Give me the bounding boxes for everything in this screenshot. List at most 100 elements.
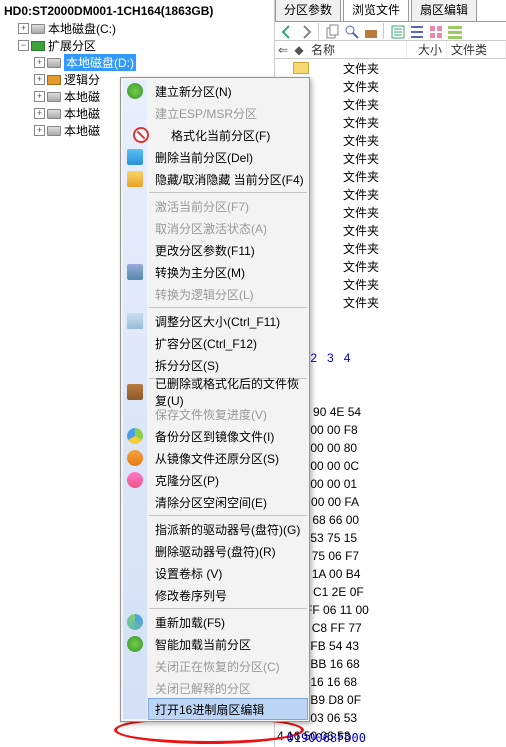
- menu-modify-serial[interactable]: 修改卷序列号: [149, 584, 307, 606]
- expander-icon[interactable]: [18, 40, 29, 51]
- back-icon[interactable]: [278, 23, 294, 39]
- copy-icon[interactable]: [324, 23, 340, 39]
- smart-icon: [127, 636, 143, 652]
- folder-icon: [293, 62, 309, 74]
- hex-row: F0 0C C1 2E 0F: [277, 583, 506, 601]
- back-arrow-icon[interactable]: ⇐: [275, 43, 291, 57]
- menu-activate: 激活当前分区(F7): [149, 195, 307, 217]
- recover-icon[interactable]: [362, 23, 378, 39]
- expander-icon[interactable]: [34, 57, 45, 68]
- down-arrow-icon[interactable]: ◆: [291, 43, 307, 57]
- menu-resize[interactable]: 调整分区大小(Ctrl_F11): [149, 310, 307, 332]
- expander-icon[interactable]: [18, 23, 29, 34]
- file-type-label: 文件夹: [343, 96, 379, 113]
- menu-delete-letter[interactable]: 删除驱动器号(盘符)(R): [149, 540, 307, 562]
- menu-modify-params[interactable]: 更改分区参数(F11): [149, 239, 307, 261]
- expander-icon[interactable]: [34, 125, 45, 136]
- tab-browse-files[interactable]: 浏览文件: [343, 0, 409, 21]
- expander-icon[interactable]: [34, 74, 45, 85]
- disk-icon: [31, 24, 45, 34]
- menu-assign-letter[interactable]: 指派新的驱动器号(盘符)(G): [149, 518, 307, 540]
- menu-esp-msr: 建立ESP/MSR分区: [149, 102, 307, 124]
- list-header: ⇐ ◆ 名称 大小 文件类: [275, 41, 506, 59]
- add-icon: [127, 83, 143, 99]
- tree-item-extended[interactable]: 扩展分区: [18, 37, 274, 54]
- menu-clear-free[interactable]: 清除分区空闲空间(E): [149, 491, 307, 513]
- hex-row: F6 00 00 00 FA: [277, 493, 506, 511]
- menu-set-label[interactable]: 设置卷标 (V): [149, 562, 307, 584]
- hex-row: 00 00 00 00 F8: [277, 421, 506, 439]
- menu-open-hex-editor[interactable]: 打开16进制扇区编辑: [148, 698, 308, 720]
- menu-to-primary[interactable]: 转换为主分区(M): [149, 261, 307, 283]
- hex-header: 0 1 2 3 4: [277, 349, 506, 367]
- search-icon[interactable]: [343, 23, 359, 39]
- hex-row: 18 81 FB 54 43: [277, 637, 506, 655]
- menu-close-parsed: 关闭已解释的分区: [149, 677, 307, 699]
- disk-icon: [47, 58, 61, 68]
- image-icon: [127, 428, 143, 444]
- menu-delete[interactable]: 删除当前分区(Del): [149, 146, 307, 168]
- menu-save-progress: 保存文件恢复进度(V): [149, 403, 307, 425]
- tab-partition-params[interactable]: 分区参数: [275, 0, 341, 21]
- grid-icon[interactable]: [427, 23, 443, 39]
- menu-split[interactable]: 拆分分区(S): [149, 354, 307, 376]
- hex-row: 16 00 00 00 01: [277, 475, 506, 493]
- list-icon[interactable]: [408, 23, 424, 39]
- file-toolbar: [275, 22, 506, 41]
- hex-row: 14 46 53 75 15: [277, 529, 506, 547]
- menu-reload[interactable]: 重新加载(F5): [149, 611, 307, 633]
- clone-icon: [127, 472, 143, 488]
- recover-icon: [127, 384, 143, 400]
- hex-row: 75 AA 75 06 F7: [277, 547, 506, 565]
- menu-restore-image[interactable]: 从镜像文件还原分区(S): [149, 447, 307, 469]
- file-type-label: 文件夹: [343, 204, 379, 221]
- disk-title: HD0:ST2000DM001-1CH164(1863GB): [0, 2, 274, 20]
- file-type-label: 文件夹: [343, 114, 379, 131]
- file-type-label: 文件夹: [343, 150, 379, 167]
- menu-clone[interactable]: 克隆分区(P): [149, 469, 307, 491]
- menu-smart-load[interactable]: 智能加载当前分区: [149, 633, 307, 655]
- hex-row: 0F 1E 68 66 00: [277, 511, 506, 529]
- column-size[interactable]: 大小: [407, 41, 447, 58]
- folder-row[interactable]: 文件夹: [275, 59, 506, 77]
- partition-icon: [31, 41, 45, 51]
- context-menu: 建立新分区(N) 建立ESP/MSR分区 格式化当前分区(F) 删除当前分区(D…: [120, 77, 310, 722]
- menu-hide[interactable]: 隐藏/取消隐藏 当前分区(F4): [149, 168, 307, 190]
- forward-icon[interactable]: [297, 23, 313, 39]
- reload-icon: [127, 614, 143, 630]
- column-type[interactable]: 文件类: [447, 41, 506, 58]
- tab-sector-edit[interactable]: 扇区编辑: [411, 0, 477, 21]
- hex-row: 28 E8 C8 FF 77: [277, 619, 506, 637]
- file-type-label: 文件夹: [343, 276, 379, 293]
- menu-close-recovering: 关闭正在恢复的分区(C): [149, 655, 307, 677]
- expander-icon[interactable]: [34, 108, 45, 119]
- file-type-label: 文件夹: [343, 168, 379, 185]
- hex-row: 00 00 00 00 0C: [277, 457, 506, 475]
- expander-icon[interactable]: [34, 91, 45, 102]
- resize-icon: [127, 313, 143, 329]
- detail-icon[interactable]: [446, 23, 462, 39]
- menu-new-partition[interactable]: 建立新分区(N): [149, 80, 307, 102]
- menu-to-logical: 转换为逻辑分区(L): [149, 283, 307, 305]
- file-type-label: 文件夹: [343, 294, 379, 311]
- tab-bar: 分区参数 浏览文件 扇区编辑: [275, 0, 506, 22]
- hide-icon: [127, 171, 143, 187]
- hex-row: 66 66 03 06 53: [277, 709, 506, 727]
- trash-icon: [127, 149, 143, 165]
- filter-icon[interactable]: [389, 23, 405, 39]
- file-type-label: 文件夹: [343, 78, 379, 95]
- hex-row: E8 68 1A 00 B4: [277, 565, 506, 583]
- no-icon: [133, 127, 149, 143]
- menu-format[interactable]: 格式化当前分区(F): [149, 124, 307, 146]
- disk-icon: [47, 92, 61, 102]
- tree-item-selected[interactable]: 本地磁盘(D:): [34, 54, 274, 71]
- menu-recover[interactable]: 已删除或格式化后的文件恢复(U): [149, 381, 307, 403]
- hex-row: EB 52 90 4E 54: [277, 403, 506, 421]
- menu-expand[interactable]: 扩容分区(Ctrl_F12): [149, 332, 307, 354]
- hex-row: 00 00 00 00 80: [277, 439, 506, 457]
- disk-icon: [47, 126, 61, 136]
- menu-backup-image[interactable]: 备份分区到镜像文件(I): [149, 425, 307, 447]
- tree-item-local-c[interactable]: 本地磁盘(C:): [18, 20, 274, 37]
- address-footer: 0190068FD00: [287, 731, 366, 745]
- column-name[interactable]: 名称: [307, 41, 407, 58]
